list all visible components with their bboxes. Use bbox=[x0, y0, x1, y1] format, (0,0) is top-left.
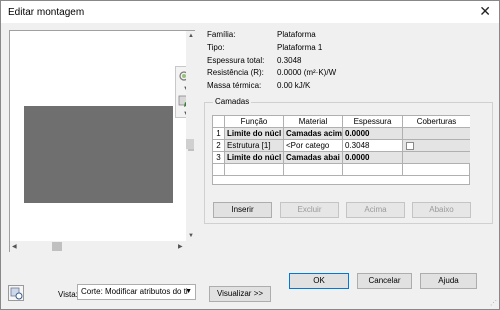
scroll-up-icon[interactable]: ▲ bbox=[188, 33, 194, 39]
move-up-button[interactable]: Acima bbox=[346, 202, 405, 218]
horizontal-scrollbar[interactable]: ◀ ▶ bbox=[10, 241, 195, 252]
table-cell-coberturas[interactable] bbox=[403, 152, 470, 164]
view-label: Vista: bbox=[58, 290, 78, 299]
table-cell-material[interactable]: Camadas abai bbox=[284, 152, 343, 164]
scroll-left-icon[interactable]: ◀ bbox=[12, 244, 17, 250]
scroll-down-icon[interactable]: ▼ bbox=[188, 233, 194, 239]
property-value: 0.00 kJ/K bbox=[277, 81, 311, 90]
view-select-value: Corte: Modificar atributos do ti bbox=[81, 287, 188, 296]
close-icon[interactable]: ✕ bbox=[479, 4, 491, 18]
property-label: Espessura total: bbox=[207, 56, 265, 65]
insert-button[interactable]: Inserir bbox=[213, 202, 272, 218]
vertical-scrollbar[interactable]: ▲ ▼ bbox=[186, 31, 195, 241]
table-cell-espessura[interactable]: 0.3048 bbox=[343, 140, 403, 152]
window-title: Editar montagem bbox=[8, 7, 85, 18]
table-cell-espessura[interactable] bbox=[343, 164, 403, 176]
row-number[interactable]: 2 bbox=[213, 140, 225, 152]
column-header-espessura[interactable]: Espessura bbox=[343, 116, 403, 128]
row-number[interactable] bbox=[213, 164, 225, 176]
help-button[interactable]: Ajuda bbox=[420, 273, 477, 289]
preview-toggle-button[interactable]: Visualizar >> bbox=[209, 286, 271, 302]
move-down-button[interactable]: Abaixo bbox=[412, 202, 471, 218]
view-select[interactable]: Corte: Modificar atributos do ti ▼ bbox=[77, 284, 196, 300]
property-label: Família: bbox=[207, 30, 236, 39]
table-cell-coberturas[interactable] bbox=[403, 128, 470, 140]
table-cell-espessura[interactable]: 0.0000 bbox=[343, 128, 403, 140]
column-header-material[interactable]: Material bbox=[284, 116, 343, 128]
table-cell-coberturas[interactable] bbox=[403, 164, 470, 176]
table-cell-espessura[interactable]: 0.0000 bbox=[343, 152, 403, 164]
column-header-coberturas[interactable]: Coberturas bbox=[403, 116, 470, 128]
property-label: Massa térmica: bbox=[207, 81, 262, 90]
row-number-header bbox=[213, 116, 225, 128]
table-cell-funcao[interactable]: Limite do núcl bbox=[225, 128, 284, 140]
assembly-preview-section bbox=[24, 106, 173, 203]
table-cell-funcao[interactable]: Limite do núcl bbox=[225, 152, 284, 164]
property-value: 0.3048 bbox=[277, 56, 302, 65]
chevron-down-icon: ▼ bbox=[185, 288, 192, 295]
resize-grip[interactable]: ⋰ bbox=[490, 299, 497, 307]
scroll-right-icon[interactable]: ▶ bbox=[178, 244, 183, 250]
table-cell-funcao[interactable]: Estrutura [1] bbox=[225, 140, 284, 152]
preview-pane[interactable]: ▼ ▼ ▲ ▼ ◀ ▶ bbox=[9, 30, 195, 252]
cancel-button[interactable]: Cancelar bbox=[357, 273, 412, 289]
property-label: Tipo: bbox=[207, 43, 225, 52]
ok-button[interactable]: OK bbox=[289, 273, 349, 289]
row-number[interactable]: 1 bbox=[213, 128, 225, 140]
coberturas-checkbox[interactable] bbox=[406, 142, 414, 150]
splitter-handle[interactable] bbox=[186, 139, 194, 149]
property-label: Resistência (R): bbox=[207, 68, 264, 77]
table-cell-material[interactable]: <Por catego bbox=[284, 140, 343, 152]
property-value: 0.0000 (m²·K)/W bbox=[277, 68, 337, 77]
property-value: Plataforma 1 bbox=[277, 43, 323, 52]
table-cell-material[interactable]: Camadas acim bbox=[284, 128, 343, 140]
layers-group-label: Camadas bbox=[213, 97, 252, 106]
title-bar: Editar montagem ✕ bbox=[1, 1, 499, 23]
column-header-funcao[interactable]: Função bbox=[225, 116, 284, 128]
edit-assembly-dialog: Editar montagem ✕ ▼ ▼ ▲ ▼ ◀ ▶ bbox=[0, 0, 500, 310]
layers-table: Função Material Espessura Coberturas 1 L… bbox=[212, 115, 470, 185]
delete-button[interactable]: Excluir bbox=[280, 202, 339, 218]
help-icon[interactable] bbox=[8, 285, 24, 301]
property-value: Plataforma bbox=[277, 30, 316, 39]
table-cell-funcao[interactable] bbox=[225, 164, 284, 176]
horizontal-scroll-thumb[interactable] bbox=[52, 242, 62, 251]
row-number[interactable]: 3 bbox=[213, 152, 225, 164]
table-cell-material[interactable] bbox=[284, 164, 343, 176]
